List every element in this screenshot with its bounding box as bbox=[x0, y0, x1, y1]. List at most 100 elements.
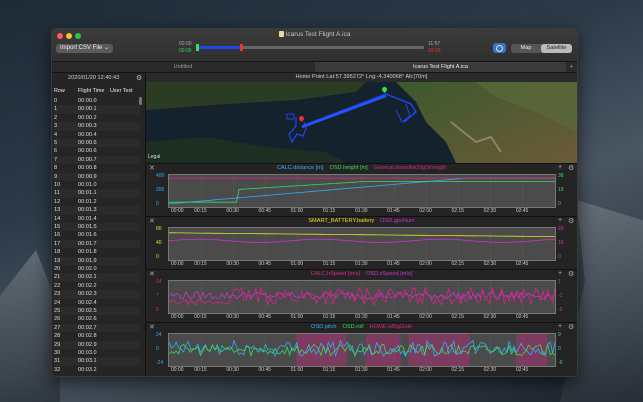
x-tick: 02:45 bbox=[515, 261, 529, 267]
import-csv-label: Import CSV File bbox=[60, 45, 103, 51]
import-csv-button[interactable]: Import CSV File ⌄ bbox=[56, 44, 114, 53]
gear-icon[interactable]: ⚙ bbox=[136, 74, 142, 82]
table-row[interactable]: 11 00:01.1 bbox=[54, 189, 140, 198]
table-row[interactable]: 17 00:01.7 bbox=[54, 239, 140, 249]
table-row[interactable]: 2 00:00.2 bbox=[54, 114, 140, 122]
tab-icarus-test-flight[interactable]: Icarus Test Flight A.ica bbox=[315, 62, 566, 72]
row-number: 20 bbox=[54, 266, 61, 272]
y-left-tick: 0 bbox=[156, 307, 159, 313]
row-flight-time: 00:01.4 bbox=[78, 215, 97, 222]
map-segment[interactable]: Map bbox=[511, 44, 541, 53]
series-label[interactable]: CALC.distance [m] bbox=[277, 165, 324, 171]
x-tick: 00:00 bbox=[171, 314, 184, 320]
table-row[interactable]: 13 00:01.3 bbox=[54, 206, 140, 215]
new-tab-button[interactable]: + bbox=[566, 62, 577, 72]
table-row[interactable]: 12 00:01.2 bbox=[54, 198, 140, 206]
series-label[interactable]: OSD.height [m] bbox=[329, 165, 367, 171]
column-header-row[interactable]: Row bbox=[54, 88, 65, 94]
table-row[interactable]: 25 00:02.5 bbox=[54, 307, 140, 316]
table-row[interactable]: 31 00:03.1 bbox=[54, 357, 140, 366]
row-number: 0 bbox=[54, 98, 58, 104]
table-scrollbar[interactable] bbox=[139, 97, 142, 105]
series-band bbox=[296, 334, 347, 366]
x-tick: 00:00 bbox=[171, 208, 184, 214]
x-tick: 01:30 bbox=[355, 208, 368, 214]
table-row[interactable]: 29 00:02.9 bbox=[54, 340, 140, 349]
plot-svg bbox=[169, 334, 555, 366]
table-row[interactable]: 19 00:01.9 bbox=[54, 256, 140, 265]
table-row[interactable]: 8 00:00.8 bbox=[54, 164, 140, 172]
row-flight-time: 00:00.4 bbox=[78, 131, 97, 138]
row-flight-time: 00:00.3 bbox=[78, 123, 97, 130]
location-button[interactable] bbox=[493, 43, 506, 53]
row-number: 23 bbox=[54, 291, 61, 298]
plot-area[interactable] bbox=[168, 333, 556, 367]
table-row[interactable]: 23 00:02.3 bbox=[54, 290, 140, 299]
table-row[interactable]: 22 00:02.2 bbox=[54, 282, 140, 290]
y-left-tick: 24 bbox=[156, 332, 162, 338]
series-label[interactable]: OSD.gpsNum bbox=[380, 218, 415, 224]
row-number: 29 bbox=[54, 341, 61, 348]
table-row[interactable]: 21 00:02.1 bbox=[54, 273, 140, 282]
plot-area[interactable] bbox=[168, 280, 556, 314]
panel-series-legend: OSD.pitch OSD.roll HOME.isBigGale bbox=[146, 324, 577, 330]
table-row[interactable]: 32 00:03.2 bbox=[54, 366, 140, 374]
row-number: 28 bbox=[54, 333, 61, 340]
tab-bar: Untitled Icarus Test Flight A.ica + bbox=[52, 62, 577, 73]
row-number: 10 bbox=[54, 182, 61, 188]
series-label[interactable]: SMART_BATTERY.battery bbox=[308, 218, 374, 224]
row-flight-time: 00:01.2 bbox=[78, 198, 97, 205]
series-label[interactable]: HOME.isBigGale bbox=[370, 324, 412, 330]
table-row[interactable]: 18 00:01.8 bbox=[54, 248, 140, 256]
satellite-map[interactable]: Legal bbox=[146, 82, 577, 163]
table-row[interactable]: 3 00:00.3 bbox=[54, 122, 140, 131]
column-header-flight-time[interactable]: Flight Time bbox=[78, 88, 104, 94]
table-row[interactable]: 15 00:01.5 bbox=[54, 223, 140, 232]
row-number: 6 bbox=[54, 148, 58, 155]
y-right-tick: 9 bbox=[558, 332, 561, 338]
x-tick: 01:45 bbox=[387, 208, 400, 214]
table-row[interactable]: 9 00:00.9 bbox=[54, 172, 140, 181]
plot-area[interactable] bbox=[168, 174, 556, 208]
table-row[interactable]: 7 00:00.7 bbox=[54, 155, 140, 165]
row-flight-time: 00:01.9 bbox=[78, 257, 97, 264]
column-header-user-text[interactable]: User Text bbox=[110, 88, 133, 94]
tab-untitled[interactable]: Untitled bbox=[52, 62, 314, 72]
row-flight-time: 00:02.4 bbox=[78, 299, 97, 306]
timeline-slider[interactable] bbox=[196, 44, 424, 51]
x-tick: 01:15 bbox=[322, 314, 336, 320]
table-row[interactable]: 4 00:00.4 bbox=[54, 131, 140, 139]
table-row[interactable]: 24 00:02.4 bbox=[54, 299, 140, 307]
table-row[interactable]: 20 00:02.0 bbox=[54, 265, 140, 273]
x-tick: 02:30 bbox=[483, 261, 497, 267]
satellite-segment[interactable]: Satellite bbox=[541, 44, 572, 53]
table-row[interactable]: 26 00:02.6 bbox=[54, 315, 140, 323]
plot-svg bbox=[169, 175, 555, 207]
table-row[interactable]: 14 00:01.4 bbox=[54, 215, 140, 223]
table-row[interactable]: 6 00:00.6 bbox=[54, 147, 140, 155]
table-row[interactable]: 0 00:00.0 bbox=[54, 97, 140, 105]
row-flight-time: 00:01.3 bbox=[78, 207, 97, 214]
x-tick: 00:15 bbox=[194, 261, 207, 267]
timeline-start-handle[interactable] bbox=[196, 44, 199, 51]
row-flight-time: 00:00.7 bbox=[78, 156, 97, 163]
table-row[interactable]: 28 00:02.8 bbox=[54, 332, 140, 340]
table-row[interactable]: 1 00:00.1 bbox=[54, 105, 140, 114]
table-row[interactable]: 5 00:00.5 bbox=[54, 139, 140, 148]
start-time-top: 00:00 bbox=[179, 41, 192, 47]
plot-area[interactable] bbox=[168, 227, 556, 261]
row-number: 22 bbox=[54, 282, 61, 289]
map-legal-link[interactable]: Legal bbox=[148, 154, 160, 160]
table-row[interactable]: 16 00:01.6 bbox=[54, 231, 140, 239]
series-label[interactable]: CALC.hSpeed [m/s] bbox=[311, 271, 360, 277]
table-row[interactable]: 30 00:03.0 bbox=[54, 349, 140, 357]
x-tick: 02:30 bbox=[483, 208, 497, 214]
table-row[interactable]: 10 00:01.0 bbox=[54, 181, 140, 189]
series-label[interactable]: General.downlinkSigStrength bbox=[374, 165, 446, 171]
series-label[interactable]: OSD.zSpeed [m/s] bbox=[366, 271, 412, 277]
series-label[interactable]: OSD.roll bbox=[343, 324, 364, 330]
series-label[interactable]: OSD.pitch bbox=[311, 324, 337, 330]
table-row[interactable]: 27 00:02.7 bbox=[54, 323, 140, 333]
row-flight-time: 00:00.5 bbox=[78, 140, 97, 146]
timeline-playhead-handle[interactable] bbox=[240, 44, 243, 51]
